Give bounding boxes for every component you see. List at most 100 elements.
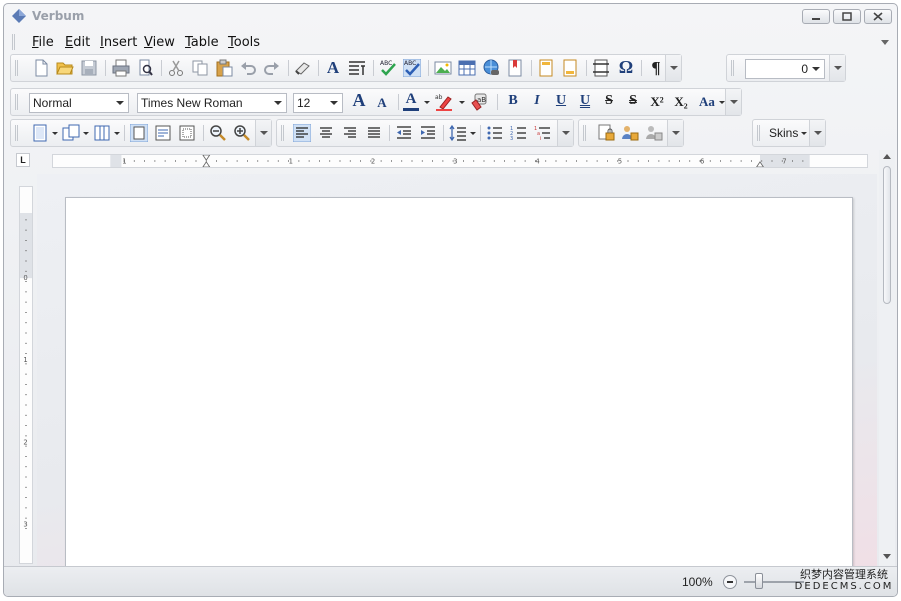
- spell-check-icon[interactable]: ABC: [379, 59, 397, 77]
- menu-overflow-icon[interactable]: [881, 40, 889, 45]
- insert-hyperlink-icon[interactable]: [482, 59, 500, 77]
- zoom-in-icon[interactable]: [233, 124, 251, 142]
- horizontal-ruler[interactable]: 1 1 2 3 4 5 6 7: [52, 154, 868, 168]
- zoom-slider-thumb[interactable]: [755, 573, 763, 589]
- font-size-combo[interactable]: 12: [293, 93, 343, 113]
- zoom-out-button[interactable]: [723, 575, 737, 589]
- increase-indent-icon[interactable]: [419, 124, 437, 142]
- toolbar-grip[interactable]: [731, 60, 735, 76]
- bold-button[interactable]: B: [503, 93, 523, 109]
- tab-selector[interactable]: L: [16, 153, 30, 167]
- style-combo[interactable]: Normal: [29, 93, 129, 113]
- insert-symbol-button[interactable]: Ω: [616, 57, 636, 78]
- decrease-indent-icon[interactable]: [395, 124, 413, 142]
- change-case-button[interactable]: Aa: [696, 94, 718, 110]
- numbering-icon[interactable]: 123: [510, 124, 528, 142]
- strikethrough-button[interactable]: S: [599, 93, 619, 109]
- subscript-button[interactable]: X₂: [671, 94, 691, 110]
- double-strikethrough-button[interactable]: S: [623, 93, 643, 109]
- line-spacing-dropdown-icon[interactable]: [470, 132, 476, 135]
- toolbar-grip[interactable]: [583, 125, 587, 141]
- font-color-button[interactable]: A: [403, 91, 419, 111]
- minimize-button[interactable]: [802, 9, 830, 24]
- insert-table-icon[interactable]: [458, 59, 476, 77]
- close-button[interactable]: [864, 9, 892, 24]
- italic-button[interactable]: I: [527, 93, 547, 109]
- menu-edit[interactable]: Edit: [65, 35, 90, 50]
- view-toolbar-overflow[interactable]: [255, 120, 271, 146]
- columns-icon[interactable]: [93, 124, 111, 142]
- paragraph-toolbar-overflow[interactable]: [557, 120, 573, 146]
- font-dialog-button[interactable]: A: [323, 58, 343, 78]
- document-page[interactable]: [65, 197, 853, 567]
- vertical-ruler[interactable]: 0 1 2 3: [19, 186, 33, 564]
- menu-table[interactable]: Table: [185, 35, 219, 50]
- align-right-icon[interactable]: [341, 124, 359, 142]
- scroll-down-icon[interactable]: [883, 554, 891, 559]
- page-orientation-icon[interactable]: [31, 124, 49, 142]
- maximize-button[interactable]: [833, 9, 861, 24]
- font-color-dropdown-icon[interactable]: [424, 101, 430, 104]
- undo-icon[interactable]: [239, 59, 257, 77]
- page-size-dropdown-icon[interactable]: [83, 132, 89, 135]
- paste-icon[interactable]: [215, 59, 233, 77]
- header-icon[interactable]: [537, 59, 555, 77]
- scroll-thumb[interactable]: [883, 166, 891, 304]
- superscript-button[interactable]: X²: [647, 94, 667, 110]
- redo-icon[interactable]: [263, 59, 281, 77]
- font-combo[interactable]: Times New Roman: [137, 93, 287, 113]
- toolbar-grip[interactable]: [15, 60, 19, 76]
- toolbar-grip[interactable]: [281, 125, 285, 141]
- scroll-up-icon[interactable]: [883, 154, 891, 159]
- page-setup-icon[interactable]: [592, 59, 610, 77]
- insert-bookmark-icon[interactable]: [506, 59, 524, 77]
- open-folder-icon[interactable]: [56, 59, 74, 77]
- menu-insert[interactable]: Insert: [100, 35, 137, 50]
- highlight-dropdown-icon[interactable]: [459, 101, 465, 104]
- toolbar-grip[interactable]: [15, 94, 19, 110]
- restrict-editing-icon[interactable]: [621, 124, 639, 142]
- skins-toolbar-overflow[interactable]: [809, 120, 825, 146]
- align-left-icon[interactable]: [293, 124, 311, 142]
- print-preview-icon[interactable]: [136, 59, 154, 77]
- insert-picture-icon[interactable]: [434, 59, 452, 77]
- show-formatting-button[interactable]: ¶: [646, 58, 666, 78]
- copy-icon[interactable]: [191, 59, 209, 77]
- save-icon[interactable]: [80, 59, 98, 77]
- print-layout-icon[interactable]: [130, 124, 148, 142]
- grow-font-button[interactable]: A: [349, 90, 369, 111]
- skins-dropdown-icon[interactable]: [801, 132, 807, 135]
- indent-combo[interactable]: 0: [745, 59, 825, 79]
- menu-file[interactable]: File: [32, 35, 54, 50]
- cut-icon[interactable]: [167, 59, 185, 77]
- formatting-toolbar-overflow[interactable]: [725, 89, 741, 115]
- simple-view-icon[interactable]: [178, 124, 196, 142]
- unprotect-document-icon[interactable]: [645, 124, 663, 142]
- vertical-scrollbar[interactable]: [879, 150, 895, 566]
- double-underline-button[interactable]: U: [575, 93, 595, 109]
- clear-formatting-icon[interactable]: aB: [470, 93, 488, 111]
- protect-document-icon[interactable]: [597, 124, 615, 142]
- skins-button[interactable]: Skins: [769, 126, 798, 140]
- align-center-icon[interactable]: [317, 124, 335, 142]
- standard-toolbar-overflow[interactable]: [665, 55, 681, 81]
- zoom-out-icon[interactable]: [209, 124, 227, 142]
- new-document-icon[interactable]: [32, 59, 50, 77]
- menu-tools[interactable]: Tools: [228, 35, 260, 50]
- toolbar-grip[interactable]: [15, 125, 19, 141]
- shrink-font-button[interactable]: A: [372, 95, 392, 111]
- multilevel-list-icon[interactable]: 1ai: [534, 124, 552, 142]
- indent-toolbar-overflow[interactable]: [829, 55, 845, 81]
- toolbar-grip[interactable]: [757, 125, 761, 141]
- menubar-grip[interactable]: [12, 34, 16, 50]
- bullets-icon[interactable]: [486, 124, 504, 142]
- format-painter-icon[interactable]: [294, 59, 312, 77]
- columns-dropdown-icon[interactable]: [114, 132, 120, 135]
- align-justify-icon[interactable]: [365, 124, 383, 142]
- orientation-dropdown-icon[interactable]: [52, 132, 58, 135]
- draft-view-icon[interactable]: [154, 124, 172, 142]
- underline-button[interactable]: U: [551, 93, 571, 109]
- page-size-icon[interactable]: [62, 124, 80, 142]
- paragraph-dialog-icon[interactable]: [348, 59, 366, 77]
- highlight-color-icon[interactable]: ab: [435, 93, 453, 111]
